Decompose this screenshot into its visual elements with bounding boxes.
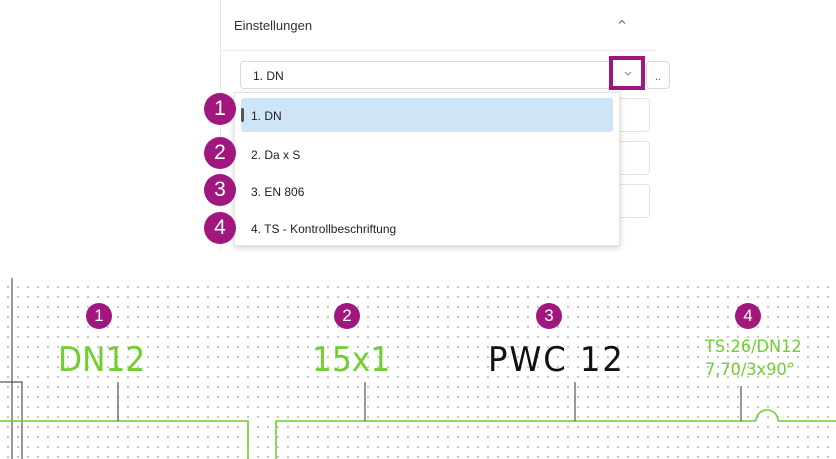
option-label: 4. TS - Kontrollbeschriftung (251, 222, 397, 236)
dropdown-option-dn[interactable]: 1. DN (241, 98, 613, 132)
option-label: 2. Da x S (251, 148, 301, 162)
dropdown-option-ts-kontrollbeschriftung[interactable]: 4. TS - Kontrollbeschriftung (241, 211, 613, 245)
more-options-button[interactable]: .. (646, 61, 670, 89)
dropdown-toggle-button[interactable] (609, 56, 645, 90)
dropdown-list: 1. DN 2. Da x S 3. EN 806 4. TS - Kontro… (234, 92, 620, 246)
panel-divider (221, 50, 656, 51)
settings-panel: Einstellungen 1. DN .. 1. DN 2. Da x S 3… (220, 0, 670, 250)
background-field (620, 98, 650, 132)
pipe-label-en-806[interactable]: PWC 12 (488, 340, 625, 380)
number-badge: 4 (204, 212, 236, 244)
dropdown-option-en-806[interactable]: 3. EN 806 (241, 174, 613, 208)
pipe-label-dn[interactable]: DN12 (58, 340, 145, 380)
number-badge: 1 (204, 93, 236, 125)
pipe-label-ts-line2[interactable]: 7,70/3x90° (705, 360, 795, 380)
chevron-up-icon[interactable] (616, 16, 628, 28)
number-badge: 2 (204, 137, 236, 169)
option-label: 1. DN (251, 109, 282, 123)
background-field (620, 141, 650, 175)
chevron-down-icon (624, 71, 632, 76)
option-label: 3. EN 806 (251, 185, 305, 199)
number-badge: 1 (86, 303, 112, 329)
label-type-select[interactable]: 1. DN (240, 56, 645, 90)
cad-canvas[interactable]: 1 2 3 4 DN12 15x1 PWC 12 TS:26/DN12 7,70… (0, 278, 836, 459)
dropdown-option-da-x-s[interactable]: 2. Da x S (241, 137, 613, 171)
number-badge: 3 (536, 303, 562, 329)
pipe-label-ts-line1[interactable]: TS:26/DN12 (705, 337, 802, 357)
background-field (620, 184, 650, 218)
number-badge: 3 (204, 174, 236, 206)
panel-title[interactable]: Einstellungen (234, 18, 312, 33)
number-badge: 4 (735, 303, 761, 329)
pipe-label-da-x-s[interactable]: 15x1 (312, 340, 390, 380)
number-badge: 2 (334, 303, 360, 329)
select-value: 1. DN (253, 69, 284, 83)
